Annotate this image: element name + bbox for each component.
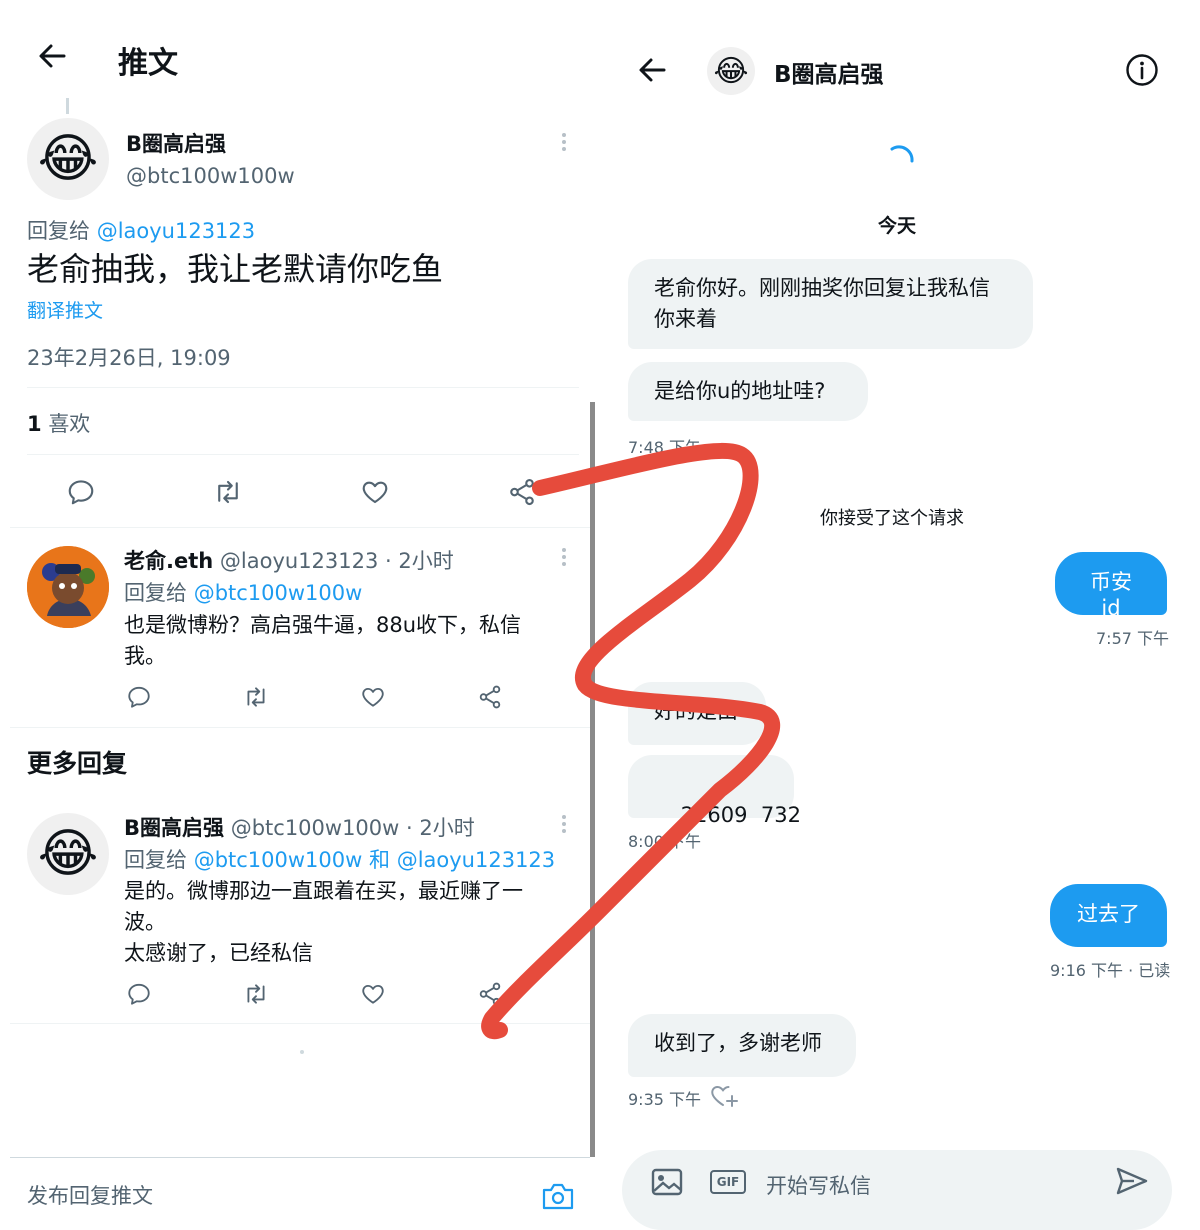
message-bubble-incoming[interactable]: 是给你u的地址哇? (628, 362, 868, 421)
message-input[interactable]: 开始写私信 (766, 1170, 871, 1200)
divider (27, 387, 579, 388)
reply-text: 也是微博粉？高启强牛逼，88u收下，私信 我。 (124, 610, 521, 672)
avatar[interactable]: 😂 (27, 118, 109, 200)
author-handle[interactable]: @btc100w100w (126, 164, 295, 188)
message-line: 老俞你好。刚刚抽奖你回复让我私信 (654, 276, 990, 300)
reply-header: 老俞.eth @laoyu123123 · 2小时 (124, 545, 454, 575)
gif-button[interactable]: GIF (710, 1170, 746, 1194)
loading-spinner-icon (884, 143, 918, 177)
tweet-text: 老俞抽我，我让老默请你吃鱼 (27, 250, 444, 288)
message-text: 好的是由 (654, 699, 738, 723)
message-text: 收到了，多谢老师 (654, 1031, 822, 1055)
reply-to-prefix: 回复给 (27, 219, 90, 243)
like-icon[interactable] (360, 684, 386, 710)
tweet-timestamp[interactable]: 23年2月26日, 19:09 (27, 342, 231, 372)
reply-to-handle[interactable]: @laoyu123123 (97, 219, 255, 243)
more-options-icon[interactable] (556, 130, 572, 154)
message-timestamp: 9:16 下午 · 已读 (1050, 961, 1171, 980)
more-options-icon[interactable] (556, 545, 572, 569)
likes-label: 喜欢 (48, 412, 91, 436)
thread-connector (66, 98, 69, 114)
system-note: 你接受了这个请求 (820, 508, 964, 529)
message-text: 币安id (1090, 570, 1132, 620)
reply-to-and: 和 (369, 848, 391, 872)
message-bubble-incoming[interactable]: 收到了，多谢老师 (628, 1014, 856, 1077)
avatar[interactable] (27, 546, 109, 628)
share-icon[interactable] (477, 684, 503, 710)
loading-dot (300, 1050, 304, 1054)
reply-icon[interactable] (66, 477, 96, 507)
message-text: 22609 732 (680, 803, 801, 827)
divider (10, 527, 590, 528)
divider (10, 727, 590, 728)
info-icon[interactable] (1125, 53, 1159, 87)
more-options-icon[interactable] (556, 812, 572, 836)
message-line: 你来着 (654, 307, 717, 331)
reply-author-meta[interactable]: @laoyu123123 · 2小时 (220, 549, 454, 573)
back-arrow-icon[interactable] (636, 55, 668, 85)
more-replies-heading: 更多回复 (27, 749, 128, 778)
share-icon[interactable] (507, 477, 537, 507)
back-arrow-icon[interactable] (36, 40, 68, 72)
divider (27, 454, 579, 455)
message-text: 是给你u的地址哇? (654, 379, 826, 403)
reply-author-name[interactable]: 老俞.eth (124, 549, 213, 573)
message-composer (622, 1150, 1172, 1230)
reply-to-prefix: 回复给 (124, 581, 187, 605)
divider (10, 1023, 590, 1024)
likes-count: 1 (27, 412, 42, 436)
message-timestamp: 9:35 下午 (628, 1090, 702, 1109)
message-timestamp: 8:00 下午 (628, 832, 702, 851)
reply-to-handle[interactable]: @laoyu123123 (397, 848, 555, 872)
message-bubble-incoming[interactable]: 22609 732 (628, 755, 801, 827)
panel-separator (590, 402, 595, 1157)
message-bubble-incoming[interactable]: 老俞你好。刚刚抽奖你回复让我私信 你来着 (628, 259, 1033, 349)
message-bubble-incoming[interactable]: 好的是由 (628, 682, 766, 745)
reply-text-line: 我。 (124, 644, 166, 668)
message-text: 过去了 (1077, 902, 1140, 926)
author-name[interactable]: B圈高启强 (126, 128, 226, 158)
share-icon[interactable] (477, 981, 503, 1007)
reply-author-meta[interactable]: @btc100w100w · 2小时 (231, 816, 475, 840)
reply-text-line: 波。 (124, 910, 166, 934)
like-icon[interactable] (360, 477, 390, 507)
reply-to-line: 回复给 @btc100w100w (124, 577, 362, 607)
reply-icon[interactable] (126, 981, 152, 1007)
date-separator: 今天 (878, 215, 917, 237)
retweet-icon[interactable] (243, 684, 269, 710)
divider (10, 1157, 590, 1158)
conversation-name[interactable]: B圈高启强 (774, 55, 884, 89)
reply-to-line: 回复给 @laoyu123123 (27, 215, 255, 245)
gif-label: GIF (716, 1175, 740, 1189)
likes-stat[interactable]: 1 喜欢 (27, 408, 90, 438)
reply-text-line: 也是微博粉？高启强牛逼，88u收下，私信 (124, 613, 522, 637)
send-icon[interactable] (1115, 1166, 1149, 1196)
message-bubble-outgoing[interactable]: 币安id (1055, 552, 1167, 620)
reply-compose-input[interactable]: 发布回复推文 (27, 1180, 153, 1210)
avatar[interactable]: 😂 (27, 813, 109, 895)
reply-text-line: 太感谢了，已经私信 (124, 941, 313, 965)
reply-author-name[interactable]: B圈高启强 (124, 816, 224, 840)
retweet-icon[interactable] (243, 981, 269, 1007)
page-title: 推文 (118, 46, 178, 81)
reply-to-line: 回复给 @btc100w100w 和 @laoyu123123 (124, 844, 555, 874)
reply-to-handle[interactable]: @btc100w100w (194, 581, 363, 605)
like-icon[interactable] (360, 981, 386, 1007)
reply-to-handle[interactable]: @btc100w100w (194, 848, 363, 872)
reply-header: B圈高启强 @btc100w100w · 2小时 (124, 812, 475, 842)
reply-text-line: 是的。微博那边一直跟着在买，最近赚了一 (124, 879, 523, 903)
message-timestamp: 7:57 下午 (1096, 629, 1170, 648)
reply-icon[interactable] (126, 684, 152, 710)
camera-icon[interactable] (540, 1180, 576, 1210)
message-bubble-outgoing[interactable]: 过去了 (1050, 884, 1167, 947)
image-icon[interactable] (650, 1167, 684, 1197)
reply-text: 是的。微博那边一直跟着在买，最近赚了一 波。 太感谢了，已经私信 (124, 876, 523, 969)
reply-to-prefix: 回复给 (124, 848, 187, 872)
translate-link[interactable]: 翻译推文 (27, 296, 103, 323)
avatar[interactable]: 😂 (707, 47, 755, 95)
retweet-icon[interactable] (213, 477, 243, 507)
add-reaction-icon[interactable] (710, 1082, 740, 1110)
message-timestamp: 7:48 下午 (628, 438, 702, 457)
